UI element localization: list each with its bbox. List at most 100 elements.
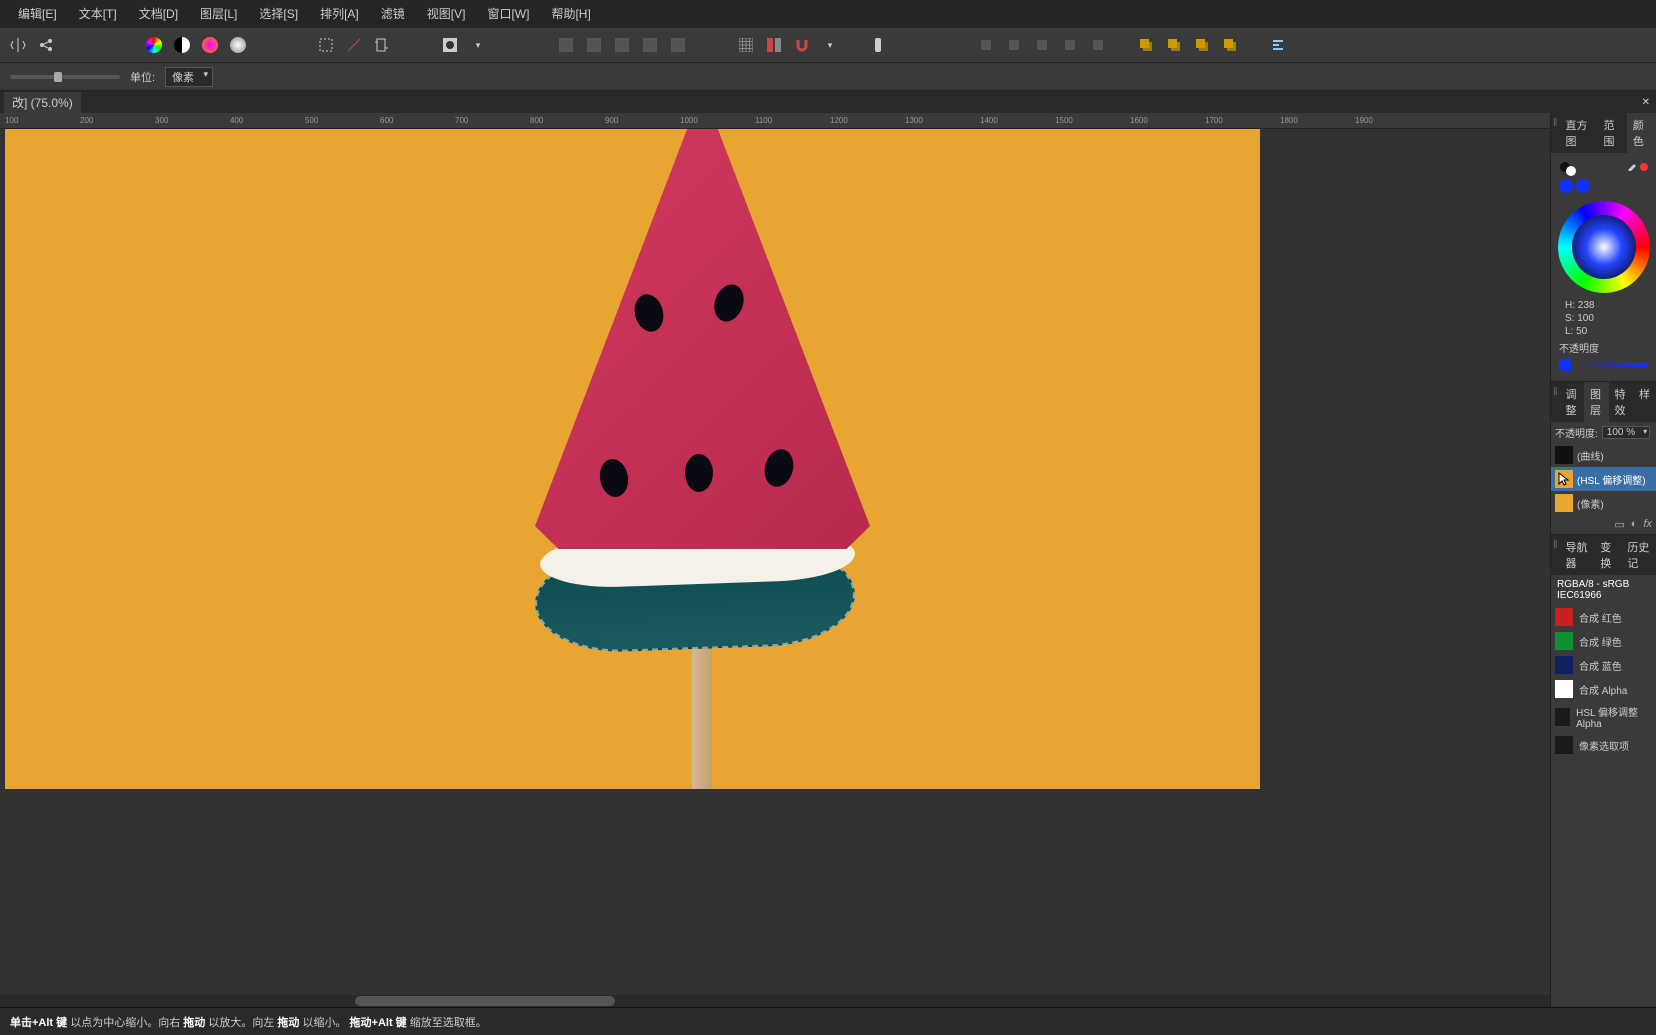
- ruler-tick: 1200: [830, 116, 848, 125]
- order-3-icon[interactable]: [1030, 33, 1054, 57]
- tab-layers[interactable]: 图层: [1584, 382, 1608, 422]
- opacity-label: 不透明度: [1559, 340, 1599, 355]
- menu-arrange[interactable]: 排列[A]: [310, 1, 369, 26]
- color-wheel-icon[interactable]: [142, 33, 166, 57]
- layer-fx-icon[interactable]: fx: [1643, 518, 1652, 531]
- arrange-4-icon[interactable]: [638, 33, 662, 57]
- menu-help[interactable]: 帮助[H]: [541, 1, 600, 26]
- ruler-tick: 1700: [1205, 116, 1223, 125]
- arrange-2-icon[interactable]: [582, 33, 606, 57]
- menu-text[interactable]: 文本[T]: [69, 1, 127, 26]
- fg-color-icon[interactable]: [1559, 179, 1573, 193]
- scrollbar-horizontal[interactable]: [0, 995, 1550, 1007]
- close-tab-icon[interactable]: ✕: [1642, 97, 1650, 108]
- document-title: 改] (75.0%): [12, 94, 73, 111]
- stack-4-icon[interactable]: [1218, 33, 1242, 57]
- order-1-icon[interactable]: [974, 33, 998, 57]
- channel-name: 合成 Alpha: [1579, 682, 1627, 697]
- channel-name: HSL 偏移调整 Alpha: [1576, 704, 1652, 730]
- ruler-tick: 400: [230, 116, 243, 125]
- soft-icon[interactable]: [226, 33, 250, 57]
- arrange-1-icon[interactable]: [554, 33, 578, 57]
- tab-navigator[interactable]: 导航器: [1560, 535, 1595, 575]
- menu-edit[interactable]: 编辑[E]: [8, 1, 67, 26]
- align-icon[interactable]: [1266, 33, 1290, 57]
- quickmask-icon[interactable]: [438, 33, 462, 57]
- order-4-icon[interactable]: [1058, 33, 1082, 57]
- layer-row[interactable]: (曲线): [1551, 443, 1656, 467]
- menu-window[interactable]: 窗口[W]: [477, 1, 539, 26]
- channels-panel: ‖ 导航器 变换 历史记 RGBA/8 - sRGB IEC61966 合成 红…: [1551, 534, 1656, 1035]
- document-tab[interactable]: 改] (75.0%): [4, 92, 81, 113]
- menu-layer[interactable]: 图层[L]: [190, 1, 247, 26]
- tab-adjust[interactable]: 调整: [1560, 382, 1584, 422]
- stack-2-icon[interactable]: [1162, 33, 1186, 57]
- channel-row[interactable]: HSL 偏移调整 Alpha: [1551, 701, 1656, 733]
- hue-icon[interactable]: [198, 33, 222, 57]
- dropdown-icon[interactable]: ▾: [466, 33, 490, 57]
- menu-filter[interactable]: 滤镜: [371, 1, 415, 26]
- channel-row[interactable]: 像素选取项: [1551, 733, 1656, 757]
- color-wheel[interactable]: [1558, 201, 1650, 293]
- opacity-slider[interactable]: [1579, 363, 1648, 367]
- hsl-readout: H: 238S: 100L: 50: [1555, 299, 1652, 338]
- channel-row[interactable]: 合成 蓝色: [1551, 653, 1656, 677]
- channel-swatch-icon: [1555, 656, 1573, 674]
- tab-scope[interactable]: 范围: [1597, 113, 1626, 153]
- magnet-drop-icon[interactable]: ▾: [818, 33, 842, 57]
- split-icon[interactable]: [762, 33, 786, 57]
- channel-name: 像素选取项: [1579, 738, 1629, 753]
- opacity-swatch-icon: [1559, 359, 1571, 371]
- arrange-3-icon[interactable]: [610, 33, 634, 57]
- lolly-stick: [692, 639, 712, 789]
- menu-document[interactable]: 文档[D]: [129, 1, 188, 26]
- unit-select[interactable]: 像素: [165, 67, 213, 87]
- arrange-5-icon[interactable]: [666, 33, 690, 57]
- channel-row[interactable]: 合成 绿色: [1551, 629, 1656, 653]
- channel-swatch-icon: [1555, 736, 1573, 754]
- info-icon[interactable]: [866, 33, 890, 57]
- ruler-tick: 1000: [680, 116, 698, 125]
- zoom-slider[interactable]: [10, 75, 120, 79]
- channel-name: 合成 蓝色: [1579, 658, 1622, 673]
- layer-mask-icon[interactable]: ◐: [1631, 518, 1638, 531]
- color-swap-icon[interactable]: [1559, 161, 1579, 177]
- color-panel: H: 238S: 100L: 50 不透明度: [1551, 153, 1656, 381]
- ruler-tick: 1500: [1055, 116, 1073, 125]
- channel-row[interactable]: 合成 红色: [1551, 605, 1656, 629]
- crop-icon[interactable]: [370, 33, 394, 57]
- tab-color[interactable]: 颜色: [1627, 113, 1656, 153]
- tab-styles[interactable]: 样: [1633, 382, 1656, 422]
- magnet-icon[interactable]: [790, 33, 814, 57]
- mirror-icon[interactable]: [6, 33, 30, 57]
- stack-1-icon[interactable]: [1134, 33, 1158, 57]
- order-2-icon[interactable]: [1002, 33, 1026, 57]
- marquee-icon[interactable]: [314, 33, 338, 57]
- grid-icon[interactable]: [734, 33, 758, 57]
- ruler-tick: 600: [380, 116, 393, 125]
- layer-opacity-value[interactable]: 100 %: [1602, 426, 1650, 439]
- layer-row[interactable]: (HSL 偏移调整): [1551, 467, 1656, 491]
- menu-select[interactable]: 选择[S]: [249, 1, 308, 26]
- ruler-tick: 800: [530, 116, 543, 125]
- color-dot-icon[interactable]: [1640, 163, 1648, 171]
- share-icon[interactable]: [34, 33, 58, 57]
- ruler-tick: 1400: [980, 116, 998, 125]
- stack-3-icon[interactable]: [1190, 33, 1214, 57]
- menu-view[interactable]: 视图[V]: [417, 1, 476, 26]
- order-5-icon[interactable]: [1086, 33, 1110, 57]
- canvas[interactable]: [5, 129, 1260, 789]
- contrast-icon[interactable]: [170, 33, 194, 57]
- layer-visibility-icon[interactable]: ▭: [1614, 518, 1624, 531]
- ruler-tick: 1100: [755, 116, 772, 125]
- channel-row[interactable]: 合成 Alpha: [1551, 677, 1656, 701]
- eyedropper-icon[interactable]: [1627, 161, 1637, 171]
- tab-histogram[interactable]: 直方图: [1560, 113, 1598, 153]
- tab-effects[interactable]: 特效: [1609, 382, 1633, 422]
- tab-transform[interactable]: 变换: [1594, 535, 1621, 575]
- layer-thumb-icon: [1555, 446, 1573, 464]
- line-sel-icon[interactable]: [342, 33, 366, 57]
- layer-row[interactable]: (像素): [1551, 491, 1656, 515]
- tab-history[interactable]: 历史记: [1621, 535, 1656, 575]
- bg-color-icon[interactable]: [1576, 179, 1590, 193]
